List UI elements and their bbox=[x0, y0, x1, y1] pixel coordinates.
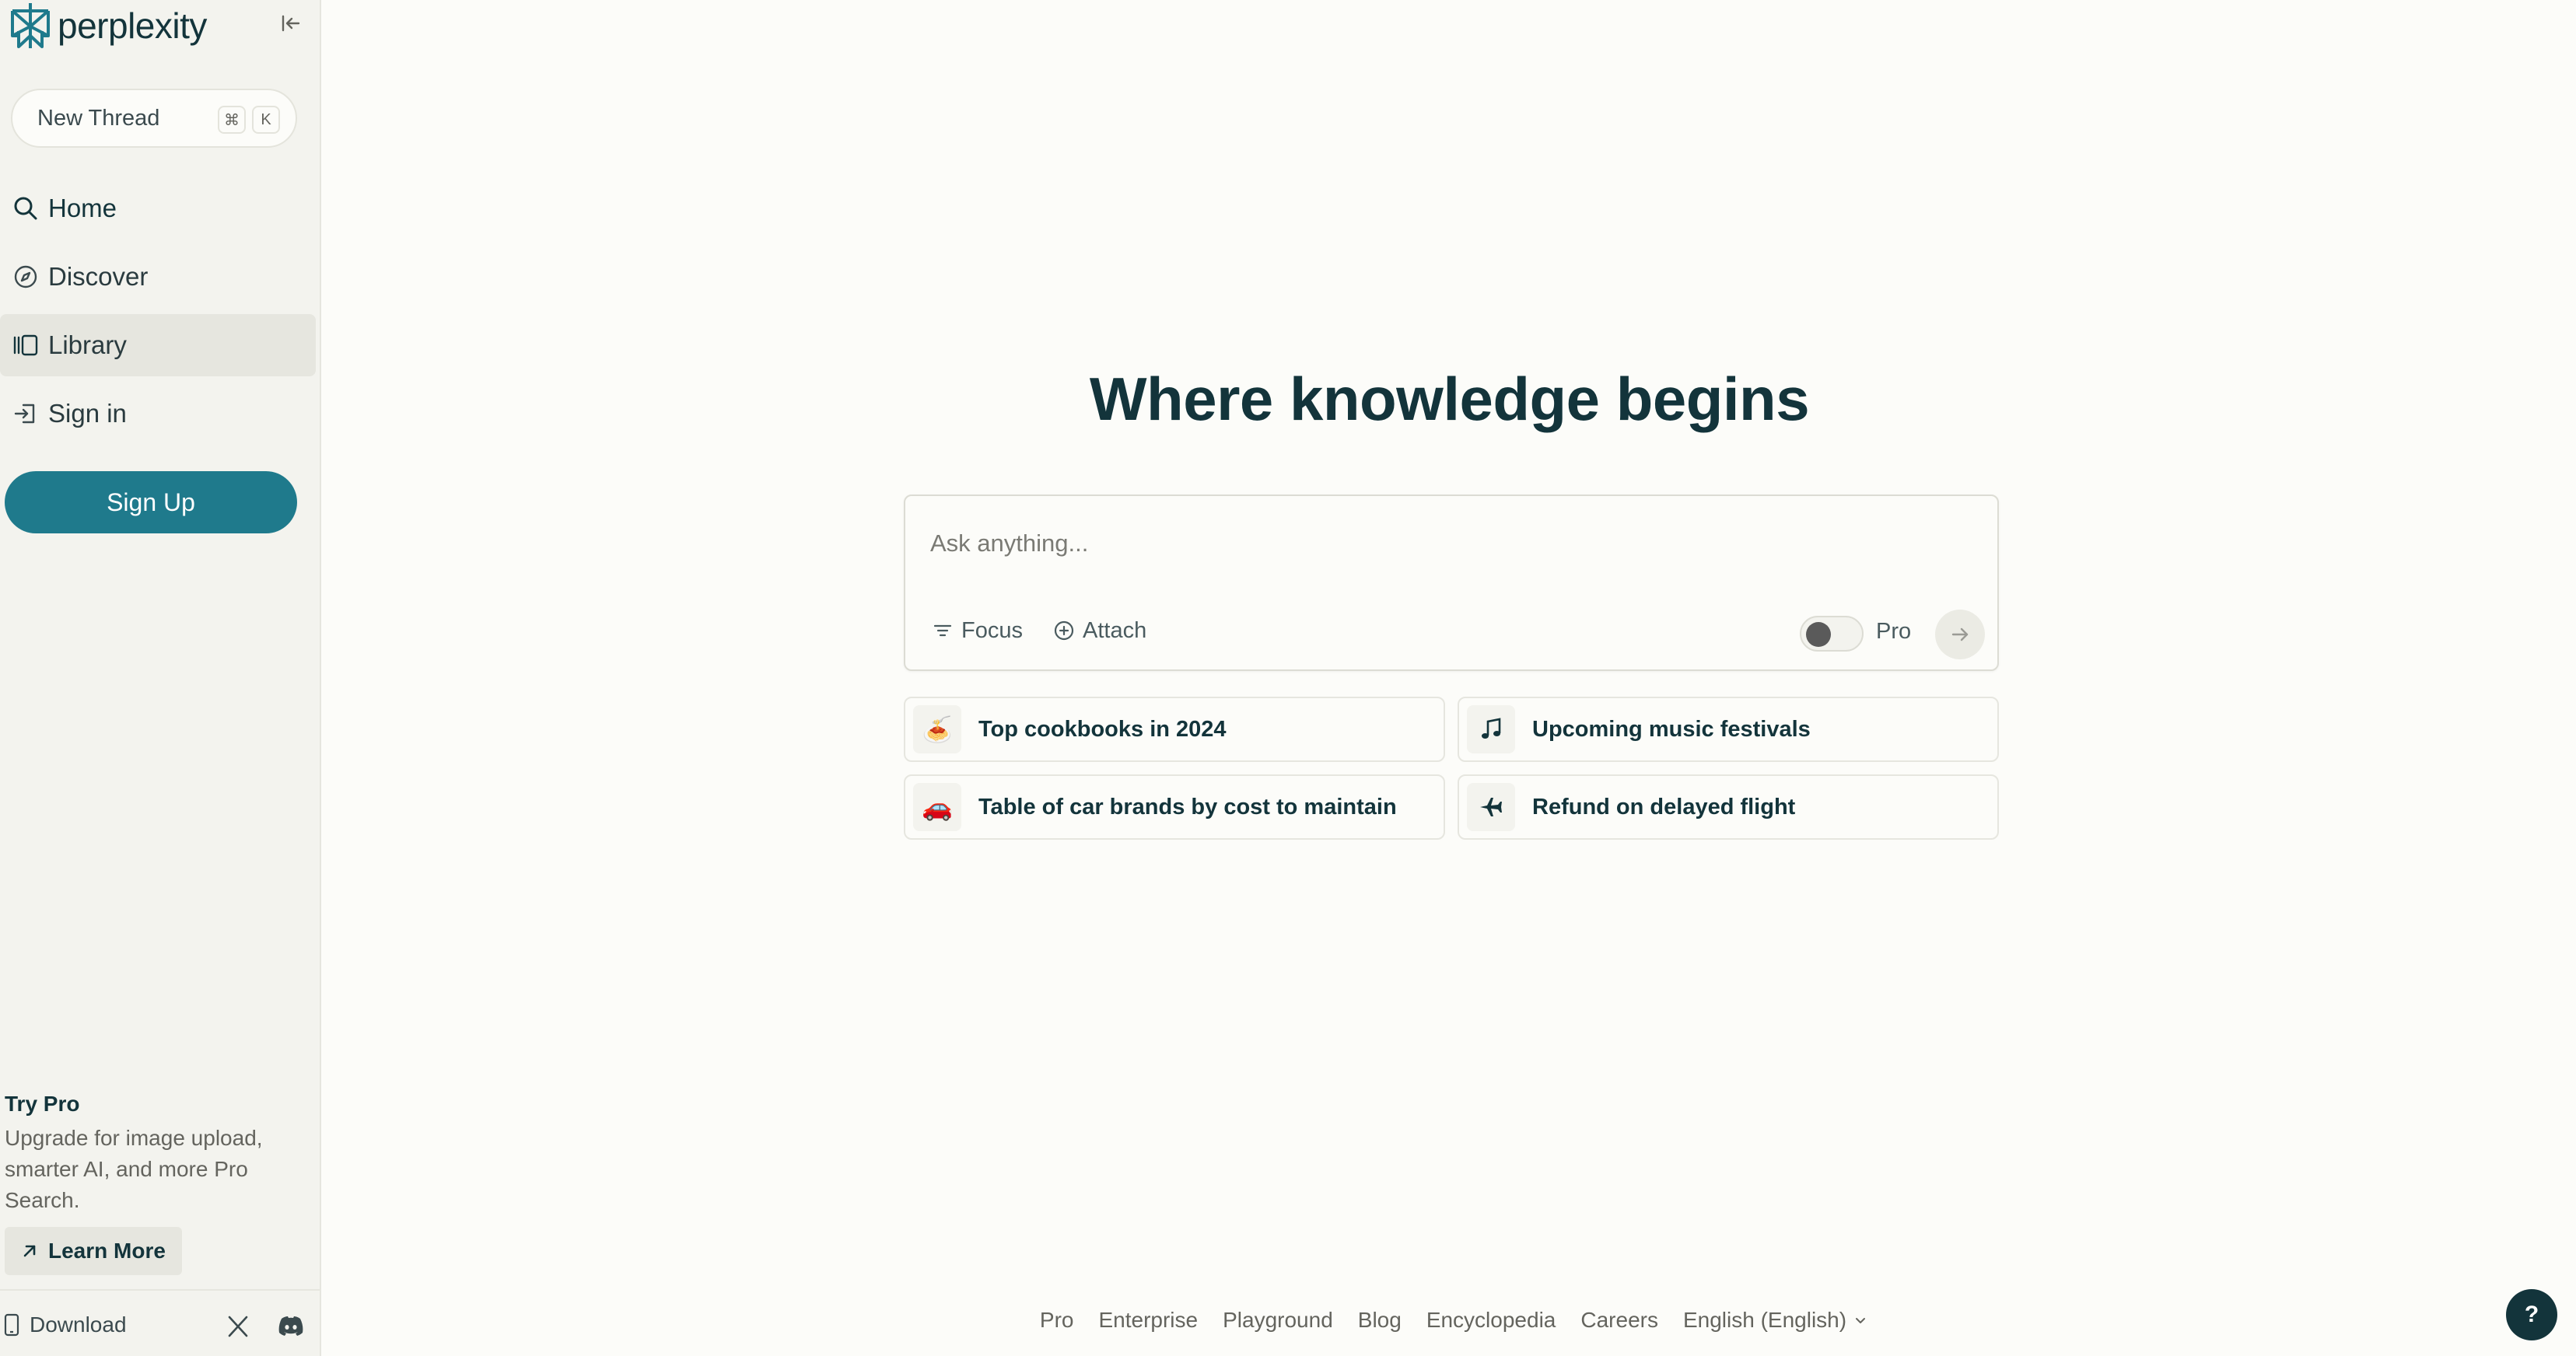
learn-more-label: Learn More bbox=[48, 1239, 166, 1263]
try-pro-description: Upgrade for image upload, smarter AI, an… bbox=[5, 1126, 263, 1212]
footer-link-blog[interactable]: Blog bbox=[1358, 1308, 1402, 1333]
sidebar-item-label: Discover bbox=[48, 262, 149, 291]
new-thread-button[interactable]: New Thread ⌘ K bbox=[11, 89, 297, 148]
suggestion-label: Top cookbooks in 2024 bbox=[978, 716, 1227, 742]
filter-icon bbox=[933, 624, 952, 637]
toggle-knob bbox=[1806, 622, 1831, 647]
shortcut-key: K bbox=[252, 106, 280, 134]
app-root: perplexity New Thread ⌘ K Home Discover bbox=[0, 0, 2576, 1356]
page-title: Where knowledge begins bbox=[1089, 365, 1810, 433]
new-thread-label: New Thread bbox=[37, 105, 160, 131]
suggestion-card[interactable]: 🍝 Top cookbooks in 2024 bbox=[904, 697, 1445, 762]
pro-toggle[interactable] bbox=[1800, 616, 1864, 652]
collapse-sidebar-button[interactable] bbox=[277, 9, 305, 37]
chevron-down-icon bbox=[1856, 1318, 1866, 1323]
shortcut-mod-key: ⌘ bbox=[218, 106, 246, 134]
library-icon bbox=[13, 334, 38, 356]
sidebar-item-home[interactable]: Home bbox=[0, 177, 316, 239]
try-pro-title: Try Pro bbox=[5, 1092, 80, 1116]
focus-label: Focus bbox=[961, 617, 1023, 643]
footer-link-careers[interactable]: Careers bbox=[1580, 1308, 1658, 1333]
airplane-icon bbox=[1467, 783, 1515, 831]
pro-label: Pro bbox=[1876, 619, 1912, 644]
search-input[interactable] bbox=[930, 524, 1941, 563]
car-icon: 🚗 bbox=[913, 783, 961, 831]
compass-icon bbox=[14, 265, 37, 288]
search-icon bbox=[14, 197, 37, 220]
suggestion-card[interactable]: Upcoming music festivals bbox=[1458, 697, 1999, 762]
music-note-glyph bbox=[1482, 718, 1501, 739]
phone-icon bbox=[4, 1313, 19, 1337]
try-pro-panel: Try Pro Upgrade for image upload, smarte… bbox=[5, 1092, 300, 1216]
main-content: Where knowledge begins Focus Attach Pro bbox=[321, 0, 2576, 1356]
discord-icon[interactable] bbox=[277, 1314, 305, 1339]
suggestion-card[interactable]: 🚗 Table of car brands by cost to maintai… bbox=[904, 774, 1445, 840]
download-label: Download bbox=[30, 1312, 127, 1337]
x-twitter-icon[interactable] bbox=[226, 1314, 250, 1339]
plus-circle-icon bbox=[1054, 620, 1074, 641]
attach-label: Attach bbox=[1083, 617, 1147, 643]
shortcut-hint: ⌘ K bbox=[218, 106, 280, 134]
sidebar-footer: Download bbox=[0, 1289, 320, 1356]
footer-link-playground[interactable]: Playground bbox=[1223, 1308, 1333, 1333]
sign-up-button[interactable]: Sign Up bbox=[5, 471, 297, 533]
airplane-glyph bbox=[1480, 798, 1502, 816]
sidebar-item-sign-in[interactable]: Sign in bbox=[0, 383, 316, 445]
submit-button[interactable] bbox=[1935, 610, 1985, 659]
suggestion-label: Upcoming music festivals bbox=[1532, 716, 1811, 742]
search-box: Focus Attach Pro bbox=[904, 495, 1999, 671]
download-link[interactable]: Download bbox=[3, 1312, 127, 1337]
suggestion-label: Refund on delayed flight bbox=[1532, 794, 1796, 820]
attach-button[interactable]: Attach bbox=[1053, 613, 1146, 648]
footer-link-pro[interactable]: Pro bbox=[1040, 1308, 1074, 1333]
sign-in-icon bbox=[14, 404, 35, 424]
logo[interactable]: perplexity bbox=[8, 0, 207, 51]
language-selector[interactable]: English (English) bbox=[1683, 1308, 1868, 1333]
spaghetti-icon: 🍝 bbox=[913, 705, 961, 753]
sidebar-item-label: Home bbox=[48, 194, 117, 222]
suggestion-label: Table of car brands by cost to maintain bbox=[978, 794, 1397, 820]
collapse-icon bbox=[282, 15, 300, 32]
arrow-up-right-icon bbox=[23, 1245, 36, 1257]
suggestion-card[interactable]: Refund on delayed flight bbox=[1458, 774, 1999, 840]
perplexity-logo-icon bbox=[11, 3, 50, 48]
sidebar-item-discover[interactable]: Discover bbox=[0, 246, 316, 308]
footer-link-enterprise[interactable]: Enterprise bbox=[1098, 1308, 1198, 1333]
brand-name: perplexity bbox=[58, 5, 207, 46]
help-button[interactable]: ? bbox=[2506, 1289, 2557, 1340]
learn-more-button[interactable]: Learn More bbox=[5, 1227, 182, 1275]
sidebar: perplexity New Thread ⌘ K Home Discover bbox=[0, 0, 321, 1356]
sidebar-item-label: Library bbox=[48, 330, 127, 359]
language-label: English (English) bbox=[1682, 1308, 1847, 1332]
arrow-right-icon bbox=[1951, 627, 1969, 641]
footer-link-encyclopedia[interactable]: Encyclopedia bbox=[1426, 1308, 1556, 1333]
footer-links: Pro Enterprise Playground Blog Encyclope… bbox=[321, 1308, 2576, 1333]
sidebar-item-library[interactable]: Library bbox=[0, 314, 316, 376]
music-note-icon bbox=[1467, 705, 1515, 753]
sidebar-item-label: Sign in bbox=[48, 399, 127, 428]
focus-button[interactable]: Focus bbox=[932, 613, 1023, 648]
